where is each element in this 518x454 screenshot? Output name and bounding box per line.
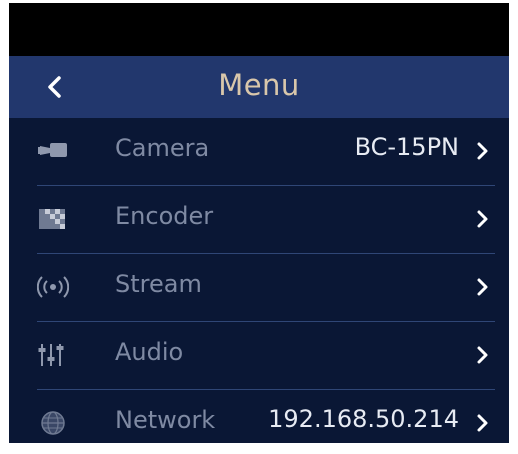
menu-item-value: 192.168.50.214	[268, 405, 459, 433]
chevron-right-icon	[475, 344, 491, 366]
stream-icon	[37, 274, 69, 300]
camera-icon	[37, 138, 69, 164]
menu-item-network[interactable]: Network 192.168.50.214	[9, 390, 509, 443]
chevron-right-icon	[475, 140, 491, 162]
chevron-right-icon	[475, 412, 491, 434]
menu-item-stream[interactable]: Stream	[9, 254, 509, 322]
menu-list: Camera BC-15PN Encoder Stream Audio Netw…	[9, 118, 509, 443]
globe-icon	[37, 410, 69, 436]
menu-item-label: Stream	[115, 270, 202, 298]
menu-item-label: Audio	[115, 338, 184, 366]
menu-item-value: BC-15PN	[354, 133, 459, 161]
chevron-right-icon	[475, 208, 491, 230]
menu-item-label: Network	[115, 406, 216, 434]
status-bar	[9, 3, 509, 56]
device-frame: Menu Camera BC-15PN Encoder Stream Audio…	[0, 0, 518, 454]
menu-item-label: Camera	[115, 134, 210, 162]
encoder-icon	[37, 206, 69, 232]
menu-screen: Menu Camera BC-15PN Encoder Stream Audio…	[9, 3, 509, 443]
chevron-right-icon	[475, 276, 491, 298]
page-title: Menu	[218, 68, 300, 102]
audio-mixer-icon	[37, 342, 69, 368]
menu-item-audio[interactable]: Audio	[9, 322, 509, 390]
menu-item-encoder[interactable]: Encoder	[9, 186, 509, 254]
menu-item-camera[interactable]: Camera BC-15PN	[9, 118, 509, 186]
menu-item-label: Encoder	[115, 202, 214, 230]
menu-header: Menu	[9, 56, 509, 118]
